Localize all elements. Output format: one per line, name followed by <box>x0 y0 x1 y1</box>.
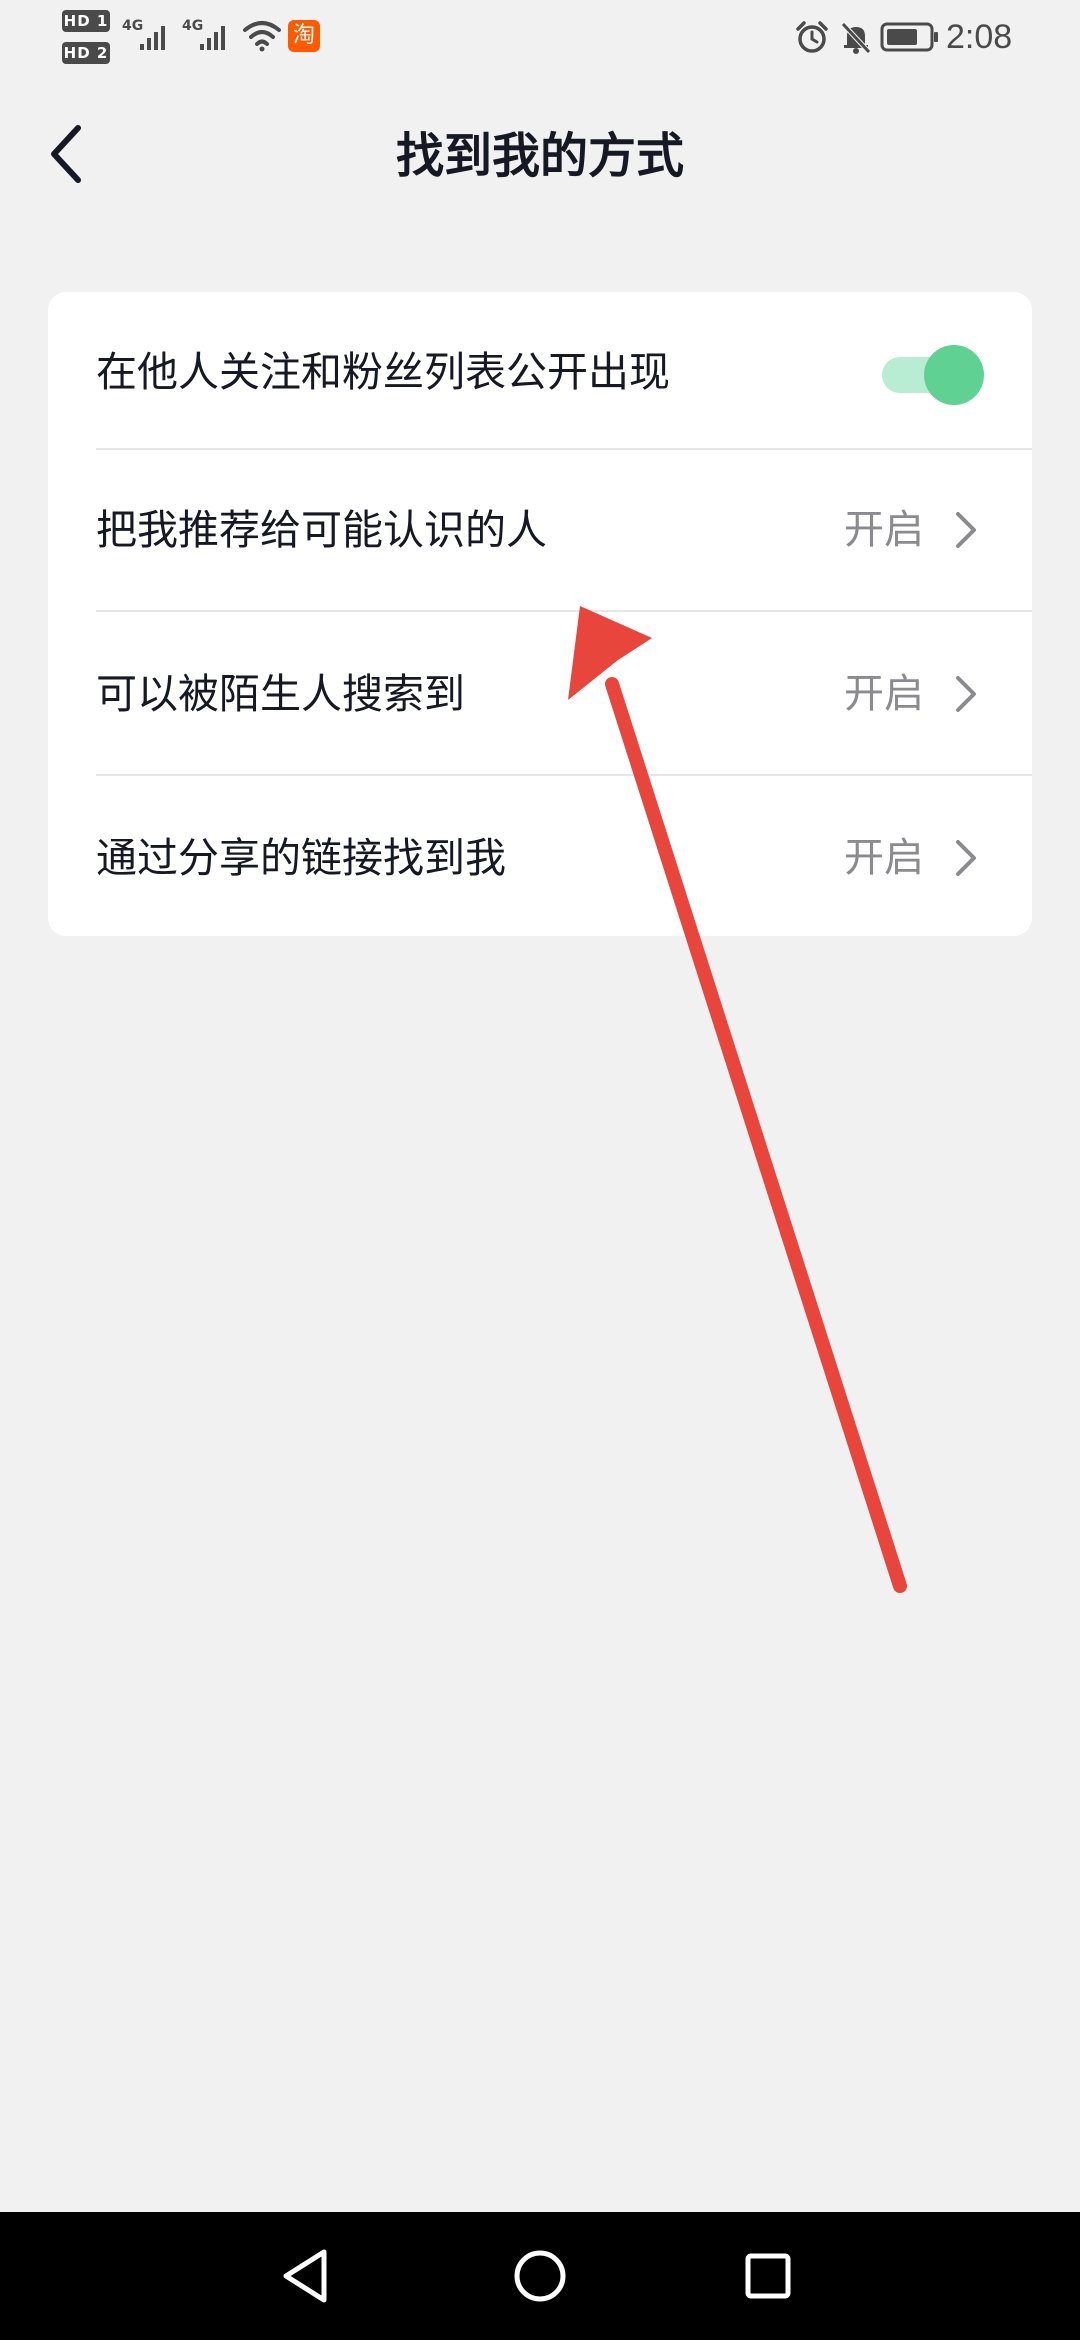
chevron-right-icon <box>956 676 976 712</box>
setting-label-public-list: 在他人关注和粉丝列表公开出现 <box>96 348 670 396</box>
taobao-app-icon: 淘 <box>288 20 320 52</box>
sim2-hd-badge: HD 2 <box>62 42 110 64</box>
setting-row-recommend[interactable]: 把我推荐给可能认识的人 开启 <box>48 450 1032 612</box>
screen: HD 1 HD 2 4G 4G 淘 2:08 找到我的方式 在他人关注和粉丝列表… <box>0 0 1080 2340</box>
sim1-hd-badge: HD 1 <box>62 10 110 32</box>
navigation-bar <box>0 2212 1080 2340</box>
status-time: 2:08 <box>946 18 1013 56</box>
back-triangle-icon <box>283 2249 327 2303</box>
setting-row-stranger-search[interactable]: 可以被陌生人搜索到 开启 <box>48 612 1032 776</box>
nav-home-button[interactable] <box>504 2240 576 2312</box>
setting-label-recommend: 把我推荐给可能认识的人 <box>96 506 547 554</box>
setting-label-stranger-search: 可以被陌生人搜索到 <box>96 670 465 718</box>
signal-icon: 4G <box>122 18 174 52</box>
setting-value-stranger-search: 开启 <box>844 671 924 717</box>
setting-value-recommend: 开启 <box>844 507 924 553</box>
alarm-icon <box>796 21 828 53</box>
wifi-icon <box>243 21 281 52</box>
chevron-right-icon <box>956 512 976 548</box>
setting-value-share-link: 开启 <box>844 835 924 881</box>
battery-icon <box>880 22 938 52</box>
setting-label-share-link: 通过分享的链接找到我 <box>96 834 506 882</box>
status-bar: HD 1 HD 2 4G 4G 淘 2:08 <box>0 0 1080 76</box>
settings-card: 在他人关注和粉丝列表公开出现 把我推荐给可能认识的人 开启 可以被陌生人搜索到 … <box>48 292 1032 936</box>
home-circle-icon <box>514 2250 566 2302</box>
nav-back-button[interactable] <box>272 2240 344 2312</box>
toggle-knob <box>924 345 984 405</box>
mute-icon <box>841 22 871 54</box>
page-title: 找到我的方式 <box>395 128 684 184</box>
nav-recents-button[interactable] <box>732 2240 804 2312</box>
public-list-toggle[interactable] <box>878 342 990 408</box>
recents-square-icon <box>745 2253 791 2299</box>
setting-row-share-link[interactable]: 通过分享的链接找到我 开启 <box>48 776 1032 936</box>
setting-row-public-list: 在他人关注和粉丝列表公开出现 <box>48 292 1032 450</box>
signal-icon-2: 4G <box>182 18 234 52</box>
chevron-right-icon <box>956 840 976 876</box>
